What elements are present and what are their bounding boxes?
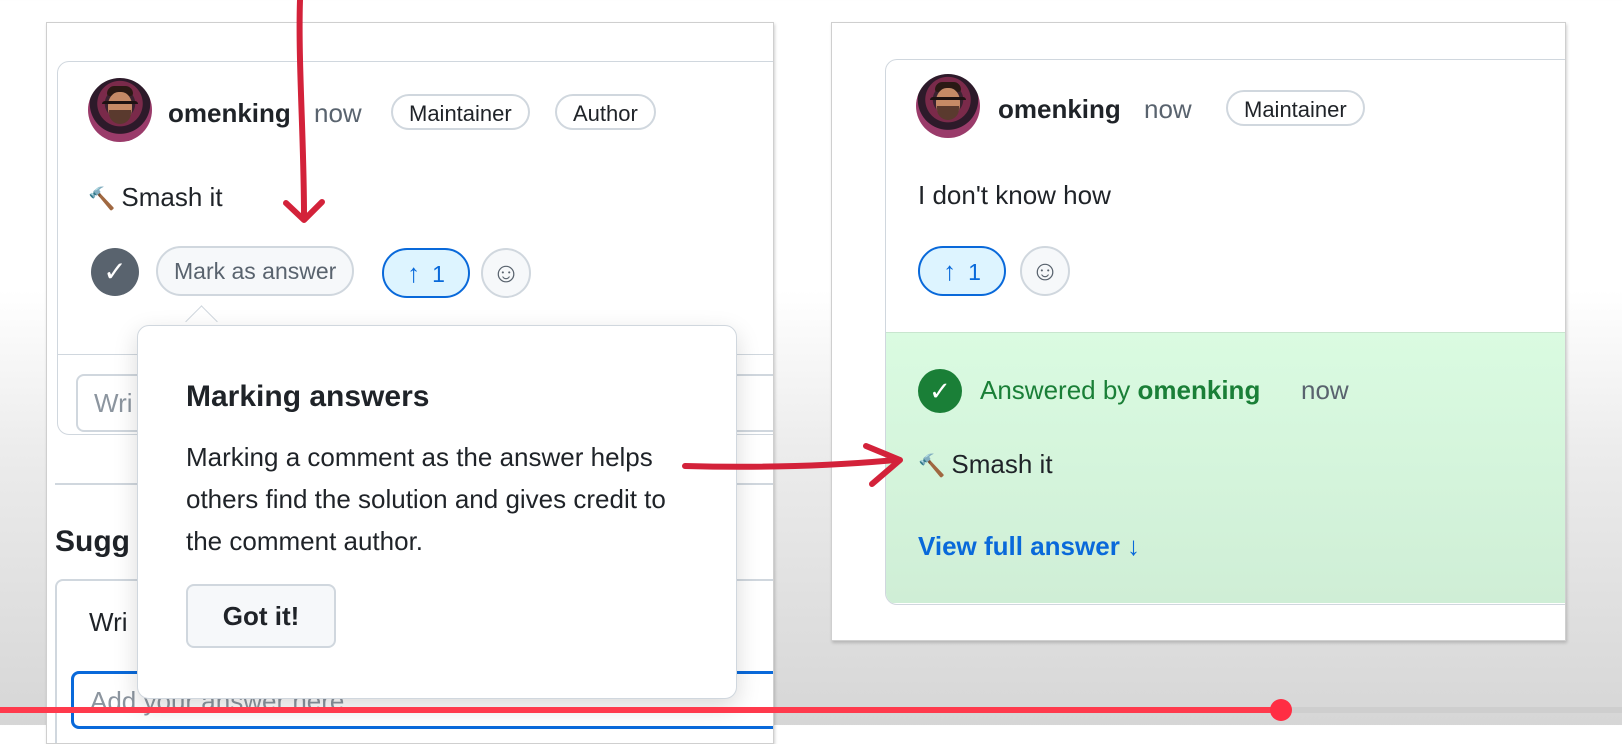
add-reaction-button[interactable]: ☺ [481, 248, 531, 298]
arrow-up-icon: ↑ [407, 258, 421, 288]
answer-body-text: Smash it [951, 449, 1053, 479]
check-icon[interactable]: ✓ [91, 248, 139, 296]
maintainer-badge: Maintainer [391, 94, 530, 130]
maintainer-badge: Maintainer [1226, 90, 1365, 126]
popover-body: Marking a comment as the answer helps ot… [186, 442, 666, 556]
answer-body: 🔨 Smash it [918, 449, 1053, 480]
upvote-button[interactable]: ↑ 1 [382, 248, 470, 298]
author-badge: Author [555, 94, 656, 130]
accepted-answer-box: ✓ Answered by omenking now 🔨 Smash it Vie… [886, 332, 1565, 603]
upvote-count: 1 [432, 261, 445, 287]
answered-by-prefix: Answered by [980, 375, 1138, 405]
upvote-count: 1 [968, 259, 981, 285]
view-full-answer-link[interactable]: View full answer ↓ [918, 531, 1140, 562]
suggested-answer-title: Sugg [55, 525, 130, 558]
add-reaction-button[interactable]: ☺ [1020, 246, 1070, 296]
video-progress-handle[interactable] [1270, 699, 1292, 721]
answered-time[interactable]: now [1301, 375, 1349, 406]
hammer-icon: 🔨 [918, 453, 946, 478]
comment-time[interactable]: now [314, 98, 362, 129]
marking-answers-popover: Marking answers Marking a comment as the… [137, 325, 737, 699]
write-tab[interactable]: Wri [89, 607, 128, 638]
avatar[interactable] [88, 78, 152, 142]
comment-author[interactable]: omenking [168, 98, 291, 129]
right-discussion-window: omenking now Maintainer I don't know how… [831, 22, 1566, 641]
got-it-button[interactable]: Got it! [186, 584, 336, 648]
answered-by-user[interactable]: omenking [1138, 375, 1261, 405]
comment-body: 🔨 Smash it [88, 182, 223, 213]
check-circle-icon: ✓ [918, 369, 962, 413]
answered-by-label: Answered by omenking [980, 375, 1260, 406]
comment-author[interactable]: omenking [998, 94, 1121, 125]
comment-body-text: Smash it [121, 182, 223, 212]
answered-comment-card: omenking now Maintainer I don't know how… [885, 59, 1565, 605]
hammer-icon: 🔨 [88, 186, 116, 211]
comment-body: I don't know how [918, 180, 1111, 210]
popover-title: Marking answers [186, 380, 430, 413]
arrow-up-icon: ↑ [943, 256, 957, 286]
smiley-icon: ☺ [491, 257, 521, 288]
video-progress-fill [0, 707, 1281, 713]
avatar[interactable] [916, 74, 980, 138]
smiley-icon: ☺ [1030, 255, 1060, 286]
upvote-button[interactable]: ↑ 1 [918, 246, 1006, 296]
mark-as-answer-button[interactable]: Mark as answer [156, 246, 355, 296]
comment-time[interactable]: now [1144, 94, 1192, 125]
